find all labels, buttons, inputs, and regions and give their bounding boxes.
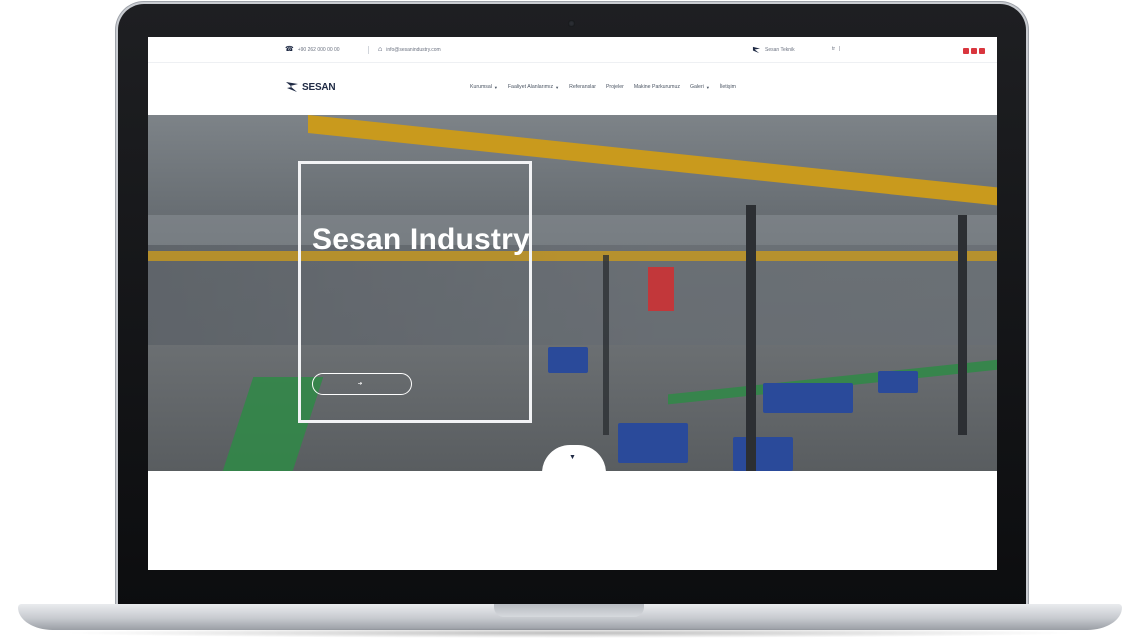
language-separator: | (839, 46, 841, 52)
hero-bg-pillar (958, 215, 967, 435)
hero-bg-crane-beam (148, 251, 997, 261)
hero-bg-machine (618, 423, 688, 463)
flag-icons[interactable] (963, 48, 989, 54)
website-screen: ☎ +90 262 000 00 00 ⌂ info@sesanindustry… (148, 37, 997, 570)
chevron-down-icon: ▼ (493, 84, 498, 90)
hero-section: Sesan Industry ➔ ▼ (148, 115, 997, 471)
topbar-phone[interactable]: ☎ +90 262 000 00 00 (285, 46, 340, 53)
nav-item-label: Makine Parkurumuz (633, 84, 680, 90)
nav-item-projeler[interactable]: Projeler (606, 84, 624, 90)
arrow-right-icon: ➔ (357, 381, 363, 387)
nav-item-label: Kurumsal (470, 84, 492, 90)
nav-item-makine-parkurumuz[interactable]: Makine Parkurumuz (634, 84, 680, 90)
hero-cta-button[interactable]: ➔ (312, 373, 412, 395)
webcam (568, 20, 575, 27)
laptop-shadow (60, 628, 1080, 638)
sesan-logo-icon (286, 82, 298, 92)
topbar: ☎ +90 262 000 00 00 ⌂ info@sesanindustry… (148, 37, 997, 63)
chevron-down-icon[interactable]: ▼ (569, 454, 576, 461)
site-logo[interactable]: SESAN (285, 80, 336, 94)
hero-bg-machine (763, 383, 853, 413)
topbar-email-text: info@sesanindustry.com (386, 46, 441, 53)
topbar-email[interactable]: ⌂ info@sesanindustry.com (378, 46, 441, 53)
flag-icon[interactable] (971, 48, 977, 54)
chevron-down-icon: ▼ (705, 84, 710, 90)
nav-item-iletisim[interactable]: İletişim (720, 84, 736, 90)
logo-text: SESAN (302, 81, 336, 93)
nav-item-label: Referanslar (569, 84, 596, 90)
flag-icon[interactable] (963, 48, 969, 54)
topbar-phone-text: +90 262 000 00 00 (297, 46, 340, 53)
sesan-logo-icon (752, 46, 761, 54)
phone-icon: ☎ (285, 46, 294, 53)
language-switch[interactable]: tr | (832, 46, 840, 52)
laptop-mockup: ☎ +90 262 000 00 00 ⌂ info@sesanindustry… (0, 0, 1138, 642)
hero-bg-wall (148, 215, 997, 355)
nav-item-kurumsal[interactable]: Kurumsal ▼ (470, 84, 498, 90)
nav-item-label: Projeler (605, 84, 624, 90)
chevron-down-icon: ▼ (555, 84, 560, 90)
nav-menu: Kurumsal ▼ Faaliyet Alanlarımız ▼ Refera… (470, 84, 736, 90)
nav-item-label: Galeri (689, 84, 704, 90)
hero-title: Sesan Industry (312, 223, 530, 256)
hero-bg-pillar (603, 255, 609, 435)
nav-item-referanslar[interactable]: Referanslar (569, 84, 596, 90)
hero-bg-machine (878, 371, 918, 393)
hero-bg-machine (548, 347, 588, 373)
main-navbar: SESAN Kurumsal ▼ Faaliyet Alanlarımız ▼ … (148, 63, 997, 115)
topbar-brand-link[interactable]: Sesan Teknik (752, 46, 795, 54)
nav-item-label: İletişim (719, 84, 736, 90)
nav-item-label: Faaliyet Alanlarımız (507, 84, 554, 90)
topbar-brand-text: Sesan Teknik (765, 47, 795, 53)
nav-item-faaliyet-alanlarimiz[interactable]: Faaliyet Alanlarımız ▼ (508, 84, 559, 90)
nav-item-galeri[interactable]: Galeri ▼ (690, 84, 710, 90)
home-icon: ⌂ (378, 46, 383, 53)
hero-bg-pillar (746, 205, 756, 471)
hero-bg-red-equipment (648, 267, 674, 311)
hero-bg-machine (733, 437, 793, 471)
language-current: tr (832, 46, 836, 52)
topbar-divider (368, 46, 369, 54)
laptop-notch (494, 604, 644, 617)
flag-icon[interactable] (979, 48, 985, 54)
